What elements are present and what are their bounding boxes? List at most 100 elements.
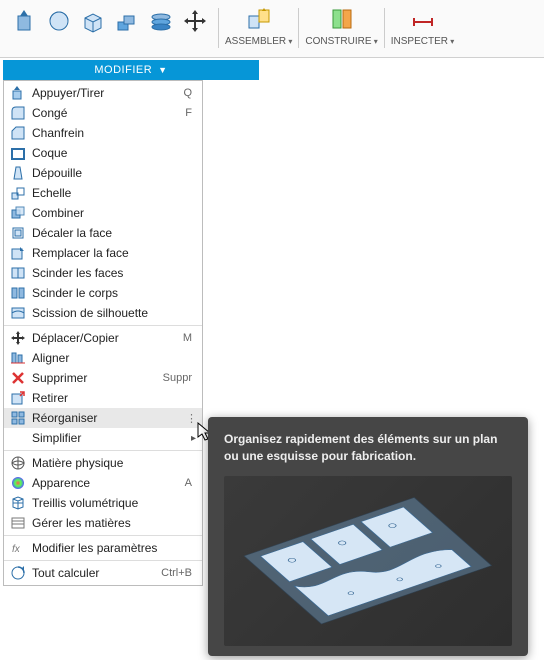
toolbar-separator xyxy=(384,8,385,48)
appuyer-tirer-icon xyxy=(10,85,26,101)
dropdown-caret-icon: ▼ xyxy=(158,65,167,75)
menu-item-shortcut: Ctrl+B xyxy=(161,567,192,579)
svg-text:fx: fx xyxy=(12,544,21,555)
echelle-icon xyxy=(10,185,26,201)
menu-item-label: Treillis volumétrique xyxy=(32,496,196,510)
box-icon[interactable] xyxy=(78,6,108,36)
menu-item-r-organiser[interactable]: Réorganiser⋮ xyxy=(4,408,202,428)
menu-item-echelle[interactable]: Echelle xyxy=(4,183,202,203)
menu-item-label: Supprimer xyxy=(32,371,163,385)
scinder-le-corps-icon xyxy=(10,285,26,301)
chanfrein-icon xyxy=(10,125,26,141)
menu-item-label: Congé xyxy=(32,106,185,120)
menu-item-shortcut: F xyxy=(185,107,192,119)
treillis-volum-trique-icon xyxy=(10,495,26,511)
menu-item-label: Gérer les matières xyxy=(32,516,196,530)
menu-item-scinder-le-corps[interactable]: Scinder le corps xyxy=(4,283,202,303)
menu-item-shortcut: A xyxy=(185,477,192,489)
menu-item-remplacer-la-face[interactable]: Remplacer la face xyxy=(4,243,202,263)
menu-item-label: Chanfrein xyxy=(32,126,196,140)
menu-separator xyxy=(4,450,202,451)
menu-item-label: Dépouille xyxy=(32,166,196,180)
menu-item-tout-calculer[interactable]: Tout calculerCtrl+B xyxy=(4,563,202,583)
menu-item-label: Matière physique xyxy=(32,456,196,470)
menu-item-d-pouille[interactable]: Dépouille xyxy=(4,163,202,183)
menu-item-g-rer-les-mati-res[interactable]: Gérer les matières xyxy=(4,513,202,533)
apparence-icon xyxy=(10,475,26,491)
menu-item-shortcut: Q xyxy=(183,87,192,99)
combiner-icon xyxy=(10,205,26,221)
d-caler-la-face-icon xyxy=(10,225,26,241)
toolbar: ASSEMBLER CONSTRUIRE INSPECTER xyxy=(0,0,544,58)
revolve-icon[interactable] xyxy=(44,6,74,36)
menu-item-label: Remplacer la face xyxy=(32,246,196,260)
construire-label: CONSTRUIRE xyxy=(305,36,377,47)
supprimer-icon xyxy=(10,370,26,386)
coque-icon xyxy=(10,145,26,161)
menu-item-label: Combiner xyxy=(32,206,196,220)
menu-item-simplifier[interactable]: Simplifier▸ xyxy=(4,428,202,448)
menu-item-d-caler-la-face[interactable]: Décaler la face xyxy=(4,223,202,243)
inspecter-button[interactable]: INSPECTER xyxy=(387,2,458,49)
menu-item-label: Décaler la face xyxy=(32,226,196,240)
menu-item-combiner[interactable]: Combiner xyxy=(4,203,202,223)
menu-item-label: Modifier les paramètres xyxy=(32,541,196,555)
menu-item-label: Apparence xyxy=(32,476,185,490)
menu-separator xyxy=(4,535,202,536)
menu-item-modifier-les-param-tres[interactable]: fx Modifier les paramètres xyxy=(4,538,202,558)
menu-item-shortcut: M xyxy=(183,332,192,344)
inspecter-icon xyxy=(408,4,438,34)
menu-item-treillis-volum-trique[interactable]: Treillis volumétrique xyxy=(4,493,202,513)
scinder-les-faces-icon xyxy=(10,265,26,281)
tooltip-text: Organisez rapidement des éléments sur un… xyxy=(224,431,512,466)
extrude-icon[interactable] xyxy=(10,6,40,36)
tooltip-image xyxy=(224,476,512,646)
move-icon[interactable] xyxy=(180,6,210,36)
menu-item-label: Déplacer/Copier xyxy=(32,331,183,345)
menu-item-scission-de-silhouette[interactable]: Scission de silhouette xyxy=(4,303,202,323)
menu-item-label: Coque xyxy=(32,146,196,160)
menu-separator xyxy=(4,325,202,326)
menu-item-label: Echelle xyxy=(32,186,196,200)
r-organiser-icon xyxy=(10,410,26,426)
menu-item-supprimer[interactable]: SupprimerSuppr xyxy=(4,368,202,388)
menu-item-appuyer-tirer[interactable]: Appuyer/TirerQ xyxy=(4,83,202,103)
menu-item-d-placer-copier[interactable]: Déplacer/CopierM xyxy=(4,328,202,348)
construire-button[interactable]: CONSTRUIRE xyxy=(301,2,381,49)
mati-re-physique-icon xyxy=(10,455,26,471)
modifier-menu: Appuyer/TirerQCongéFChanfreinCoqueDépoui… xyxy=(3,80,203,586)
menu-item-aligner[interactable]: Aligner xyxy=(4,348,202,368)
submenu-arrow-icon: ▸ xyxy=(191,433,196,444)
menu-item-scinder-les-faces[interactable]: Scinder les faces xyxy=(4,263,202,283)
toolbar-separator xyxy=(298,8,299,48)
menu-item-chanfrein[interactable]: Chanfrein xyxy=(4,123,202,143)
scission-de-silhouette-icon xyxy=(10,305,26,321)
layers-icon[interactable] xyxy=(146,6,176,36)
d-pouille-icon xyxy=(10,165,26,181)
menu-item-retirer[interactable]: Retirer xyxy=(4,388,202,408)
menu-separator xyxy=(4,560,202,561)
assembler-icon xyxy=(244,4,274,34)
menu-item-apparence[interactable]: ApparenceA xyxy=(4,473,202,493)
aligner-icon xyxy=(10,350,26,366)
inspecter-label: INSPECTER xyxy=(391,36,454,47)
menu-item-label: Scission de silhouette xyxy=(32,306,196,320)
menu-item-label: Appuyer/Tirer xyxy=(32,86,183,100)
modifier-dropdown-header[interactable]: MODIFIER ▼ xyxy=(3,60,259,80)
menu-item-coque[interactable]: Coque xyxy=(4,143,202,163)
menu-item-mati-re-physique[interactable]: Matière physique xyxy=(4,453,202,473)
stack-icon[interactable] xyxy=(112,6,142,36)
d-placer-copier-icon xyxy=(10,330,26,346)
menu-item-label: Scinder le corps xyxy=(32,286,196,300)
assembler-button[interactable]: ASSEMBLER xyxy=(221,2,296,49)
construire-icon xyxy=(327,4,357,34)
g-rer-les-mati-res-icon xyxy=(10,515,26,531)
modifier-dropdown-title: MODIFIER xyxy=(94,64,152,76)
menu-item-label: Tout calculer xyxy=(32,566,161,580)
more-dots-icon[interactable]: ⋮ xyxy=(186,412,198,425)
tooltip-panel: Organisez rapidement des éléments sur un… xyxy=(208,417,528,656)
menu-item-cong-[interactable]: CongéF xyxy=(4,103,202,123)
assembler-label: ASSEMBLER xyxy=(225,36,292,47)
toolbar-icon-group xyxy=(4,2,216,36)
menu-item-label: Simplifier xyxy=(32,431,196,445)
